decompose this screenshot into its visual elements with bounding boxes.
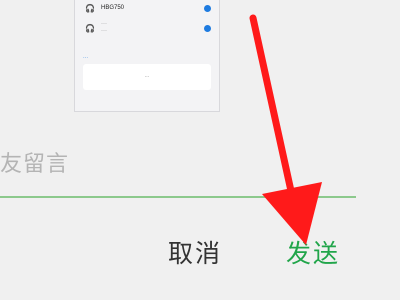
red-arrow-icon <box>249 14 322 245</box>
